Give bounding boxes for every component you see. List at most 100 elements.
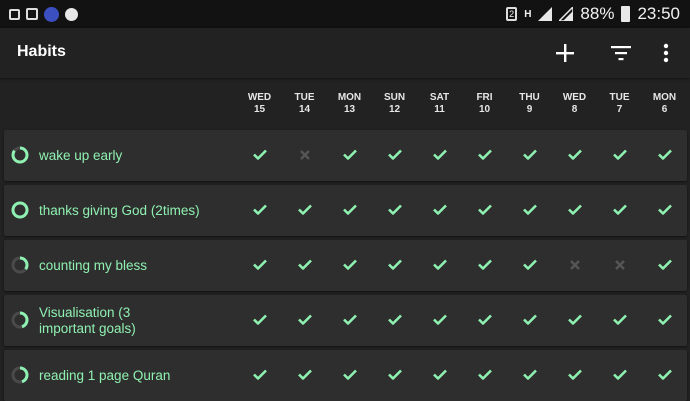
checkmark-cell[interactable] [417, 130, 462, 181]
day-header-1: TUE 14 [282, 92, 327, 116]
checkmark-icon [342, 202, 357, 220]
checkmark-cell[interactable] [507, 130, 552, 181]
day-number: 11 [434, 104, 445, 115]
checkmark-icon [432, 367, 447, 385]
day-of-week: MON [337, 92, 362, 103]
checkmark-cell[interactable] [372, 130, 417, 181]
filter-icon [611, 46, 631, 61]
checkmark-cell[interactable] [552, 130, 597, 181]
checkmark-cell[interactable] [327, 295, 372, 346]
checkmark-cell[interactable] [282, 185, 327, 236]
checkmark-cell[interactable] [282, 350, 327, 401]
checkmark-icon [522, 147, 537, 165]
checkmark-cell[interactable] [417, 295, 462, 346]
unchecked-cell[interactable] [552, 240, 597, 291]
checkmark-cell[interactable] [642, 295, 687, 346]
checkmark-icon [477, 257, 492, 275]
checkmark-cell[interactable] [327, 240, 372, 291]
day-header-0: WED 15 [237, 92, 282, 116]
checkmark-cell[interactable] [282, 295, 327, 346]
checkmark-cell[interactable] [327, 350, 372, 401]
checkmark-icon [297, 202, 312, 220]
checkmark-cell[interactable] [507, 185, 552, 236]
day-number: 7 [616, 104, 623, 115]
checkmark-cell[interactable] [597, 350, 642, 401]
checkmark-cell[interactable] [507, 295, 552, 346]
checkmark-icon [252, 147, 267, 165]
checkmark-icon [252, 367, 267, 385]
checkmark-cell[interactable] [462, 295, 507, 346]
habit-row[interactable]: reading 1 page Quran [4, 350, 687, 401]
checkmark-cell[interactable] [237, 295, 282, 346]
checkmark-icon [657, 367, 672, 385]
habit-score-ring-icon [11, 311, 29, 329]
checkmark-icon [522, 257, 537, 275]
unchecked-cell[interactable] [282, 130, 327, 181]
checkmark-cell[interactable] [462, 350, 507, 401]
checkmark-cell[interactable] [552, 295, 597, 346]
day-of-week: TUE [609, 92, 630, 103]
checkmark-cell[interactable] [597, 295, 642, 346]
checkmark-cell[interactable] [372, 240, 417, 291]
unchecked-cell[interactable] [597, 240, 642, 291]
checkmark-cell[interactable] [417, 350, 462, 401]
checkmark-icon [297, 257, 312, 275]
checkmark-cell[interactable] [552, 350, 597, 401]
habit-row[interactable]: counting my bless [4, 240, 687, 291]
battery-percent: 88% [580, 4, 615, 23]
checkmark-cell[interactable] [462, 130, 507, 181]
checkmark-cell[interactable] [597, 130, 642, 181]
day-number: 12 [388, 104, 401, 115]
checkmark-cell[interactable] [507, 240, 552, 291]
checkmark-cell[interactable] [417, 185, 462, 236]
filter-button[interactable] [609, 41, 633, 65]
checkmark-icon [387, 147, 402, 165]
day-of-week: SAT [429, 92, 450, 103]
network-type-label: H [524, 8, 532, 20]
checkmark-cell[interactable] [327, 130, 372, 181]
checkmark-icon [522, 367, 537, 385]
checkmark-icon [342, 312, 357, 330]
checkmark-cell[interactable] [642, 350, 687, 401]
checkmark-cell[interactable] [642, 240, 687, 291]
checkmark-cell[interactable] [462, 185, 507, 236]
day-number: 10 [478, 104, 491, 115]
checkmark-cell[interactable] [372, 350, 417, 401]
checkmark-icon [252, 257, 267, 275]
checkmark-icon [657, 147, 672, 165]
checkmark-cell[interactable] [372, 295, 417, 346]
checkmark-cell[interactable] [237, 350, 282, 401]
checkmark-cell[interactable] [642, 130, 687, 181]
day-of-week: WED [562, 92, 587, 103]
add-habit-button[interactable] [553, 41, 577, 65]
checkmark-cell[interactable] [372, 185, 417, 236]
day-of-week: WED [247, 92, 272, 103]
clipboard-icon [9, 8, 20, 20]
habit-row[interactable]: wake up early [4, 130, 687, 181]
day-number: 6 [661, 104, 668, 115]
checkmark-icon [252, 202, 267, 220]
checkmark-cell[interactable] [327, 185, 372, 236]
checkmark-cell[interactable] [237, 185, 282, 236]
checkmark-cell[interactable] [237, 130, 282, 181]
checkmark-cell[interactable] [552, 185, 597, 236]
checkmark-cell[interactable] [507, 350, 552, 401]
checkmark-cell[interactable] [597, 185, 642, 236]
habit-row[interactable]: Visualisation (3 important goals) [4, 295, 687, 346]
checkmark-icon [432, 202, 447, 220]
checkmark-cell[interactable] [642, 185, 687, 236]
habit-row[interactable]: thanks giving God (2times) [4, 185, 687, 236]
checkmark-cell[interactable] [282, 240, 327, 291]
app-bar: Habits [0, 28, 690, 78]
checkmark-cell[interactable] [237, 240, 282, 291]
app-badge-icon [44, 6, 59, 22]
checkmark-cell[interactable] [417, 240, 462, 291]
checkmark-icon [477, 147, 492, 165]
checkmark-icon [612, 367, 627, 385]
checkmark-cell[interactable] [462, 240, 507, 291]
day-header-8: TUE 7 [597, 92, 642, 116]
overflow-menu-button[interactable] [654, 41, 678, 65]
checkmark-icon [342, 257, 357, 275]
cross-icon [614, 257, 625, 275]
habit-name: thanks giving God (2times) [39, 203, 200, 218]
